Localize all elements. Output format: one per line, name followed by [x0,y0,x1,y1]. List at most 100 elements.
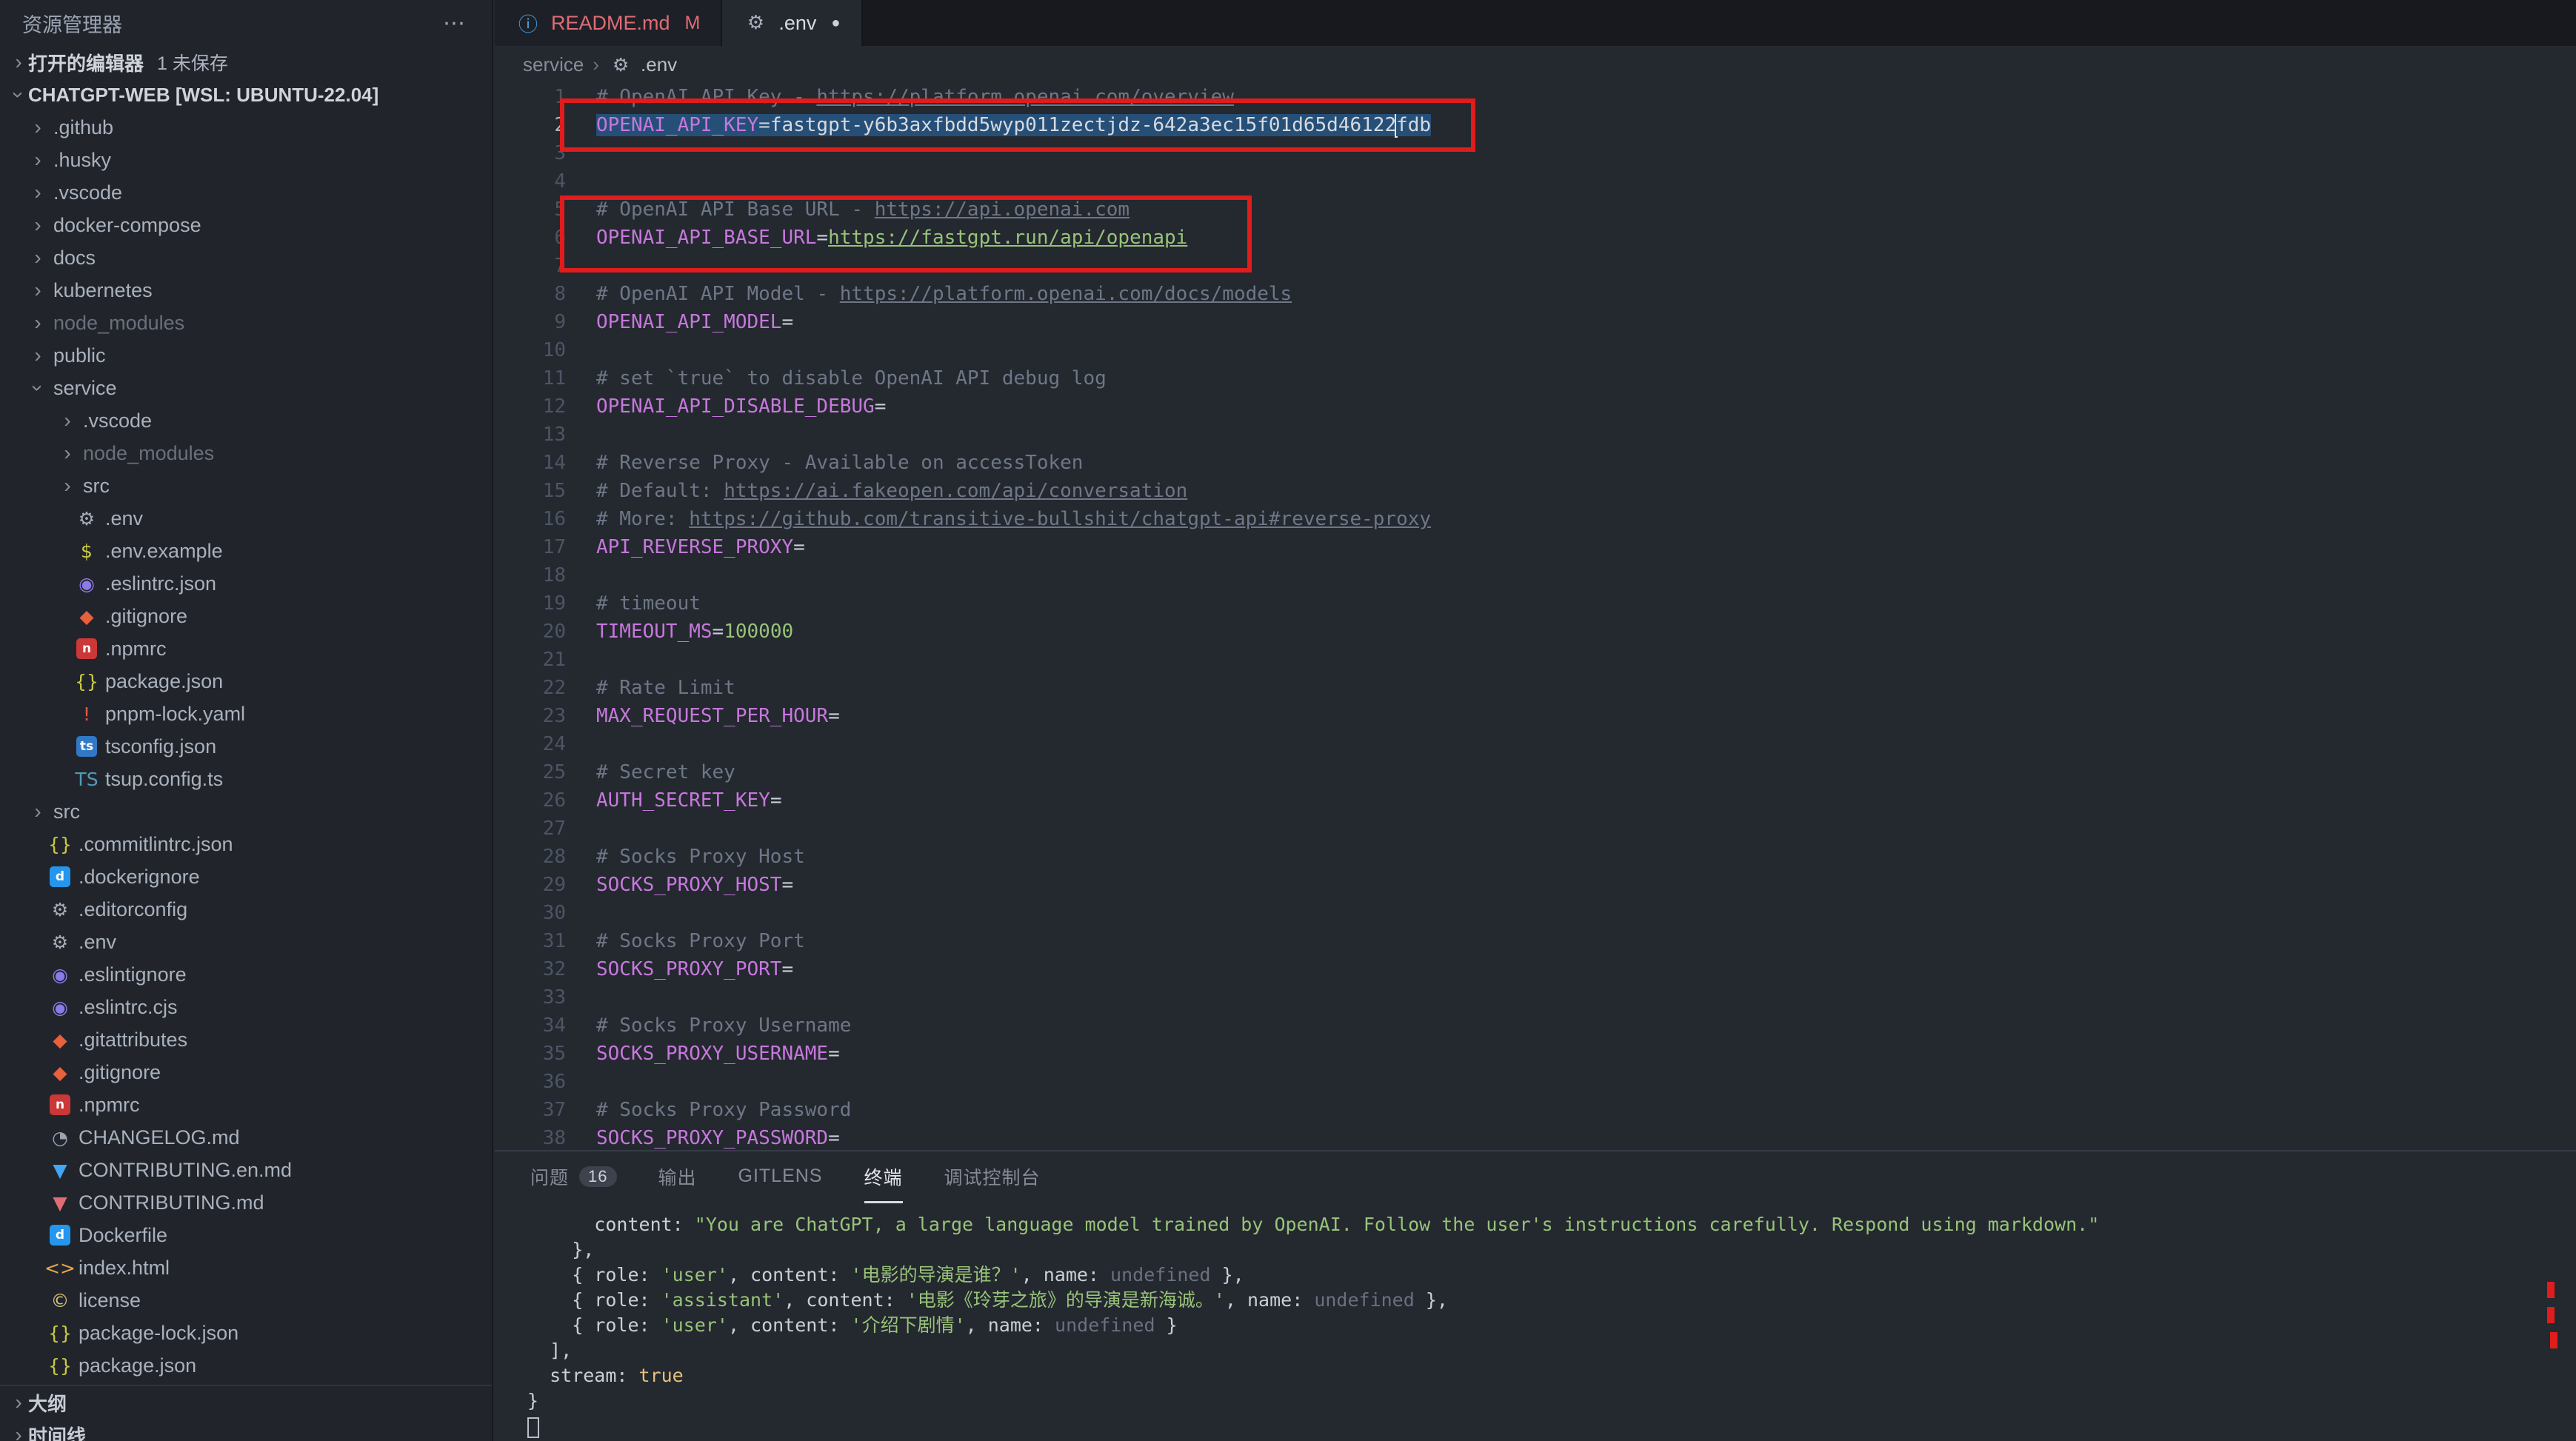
sidebar-item-tsconfig.json[interactable]: tstsconfig.json [0,730,492,763]
sidebar-item-contributing.en.md[interactable]: ▼CONTRIBUTING.en.md [0,1154,492,1186]
code-line-25[interactable]: 25# Secret key [495,758,2576,786]
sidebar-item-src[interactable]: ›src [0,795,492,828]
panel-tab-问题[interactable]: 问题16 [530,1151,617,1203]
breadcrumb-folder[interactable]: service [523,53,584,76]
sidebar-item-node_modules[interactable]: ›node_modules [0,307,492,339]
sidebar-item-docker-compose[interactable]: ›docker-compose [0,209,492,241]
sidebar-item-docs[interactable]: ›docs [0,241,492,274]
panel-tab-输出[interactable]: 输出 [658,1151,697,1203]
code-line-4[interactable]: 4 [495,167,2576,195]
sidebar-item-changelog.md[interactable]: ◔CHANGELOG.md [0,1121,492,1154]
workspace-section[interactable]: › CHATGPT-WEB [WSL: UBUNTU-22.04] [0,78,492,111]
code-line-17[interactable]: 17API_REVERSE_PROXY= [495,533,2576,561]
sidebar-item-.commitlintrc.json[interactable]: {}.commitlintrc.json [0,828,492,860]
code-line-7[interactable]: 7 [495,252,2576,280]
sidebar-item-.editorconfig[interactable]: ⚙.editorconfig [0,893,492,926]
line-content: SOCKS_PROXY_USERNAME= [566,1040,840,1068]
sidebar-item-dockerfile[interactable]: dDockerfile [0,1219,492,1251]
sidebar-item-contributing.md[interactable]: ▼CONTRIBUTING.md [0,1186,492,1219]
code-line-30[interactable]: 30 [495,899,2576,927]
code-line-21[interactable]: 21 [495,646,2576,674]
code-line-34[interactable]: 34# Socks Proxy Username [495,1012,2576,1040]
sidebar-item-pnpm-lock.yaml[interactable]: !pnpm-lock.yaml [0,698,492,730]
sidebar-item-.gitignore[interactable]: ◆.gitignore [0,1056,492,1089]
code-line-24[interactable]: 24 [495,730,2576,758]
terminal-segment: , name: [1021,1264,1110,1285]
terminal[interactable]: content: "You are ChatGPT, a large langu… [495,1203,2576,1439]
sidebar-item-package-lock.json[interactable]: {}package-lock.json [0,1317,492,1349]
panel-tab-label: 终端 [864,1163,903,1190]
code-line-37[interactable]: 37# Socks Proxy Password [495,1096,2576,1124]
tab-readme.md[interactable]: ⓘREADME.mdM [495,0,722,46]
sidebar-item-.husky[interactable]: ›.husky [0,144,492,176]
sidebar-item-node_modules[interactable]: ›node_modules [0,437,492,469]
sidebar-item-.env[interactable]: ⚙.env [0,926,492,958]
code-line-33[interactable]: 33 [495,983,2576,1012]
code-line-14[interactable]: 14# Reverse Proxy - Available on accessT… [495,449,2576,477]
sidebar-item-service[interactable]: ›service [0,372,492,404]
line-number: 25 [495,758,566,786]
code-line-28[interactable]: 28# Socks Proxy Host [495,843,2576,871]
code-line-29[interactable]: 29SOCKS_PROXY_HOST= [495,871,2576,899]
code-line-1[interactable]: 1# OpenAI API Key - https://platform.ope… [495,83,2576,111]
sidebar-item-.vscode[interactable]: ›.vscode [0,176,492,209]
sidebar-item-kubernetes[interactable]: ›kubernetes [0,274,492,307]
sidebar-item-.github[interactable]: ›.github [0,111,492,144]
code-line-8[interactable]: 8# OpenAI API Model - https://platform.o… [495,280,2576,308]
code-line-23[interactable]: 23MAX_REQUEST_PER_HOUR= [495,702,2576,730]
code-line-2[interactable]: 2OPENAI_API_KEY=fastgpt-y6b3axfbdd5wyp01… [495,111,2576,139]
code-line-32[interactable]: 32SOCKS_PROXY_PORT= [495,955,2576,983]
panel-tab-GITLENS[interactable]: GITLENS [738,1151,823,1203]
code-editor[interactable]: 1# OpenAI API Key - https://platform.ope… [495,83,2576,1150]
code-line-27[interactable]: 27 [495,815,2576,843]
panel-tab-终端[interactable]: 终端 [864,1151,903,1203]
sidebar-item-index.html[interactable]: <>index.html [0,1251,492,1284]
sidebar-item-package.json[interactable]: {}package.json [0,1349,492,1382]
timeline-section[interactable]: › 时间线 [0,1419,492,1441]
code-line-13[interactable]: 13 [495,421,2576,449]
sidebar-item-.npmrc[interactable]: n.npmrc [0,1089,492,1121]
sidebar-item-.env.example[interactable]: $.env.example [0,535,492,567]
outline-section[interactable]: › 大纲 [0,1386,492,1419]
sidebar-item-.eslintignore[interactable]: ◉.eslintignore [0,958,492,991]
sidebar-item-.gitignore[interactable]: ◆.gitignore [0,600,492,632]
code-line-12[interactable]: 12OPENAI_API_DISABLE_DEBUG= [495,392,2576,421]
line-content: # Rate Limit [566,674,735,702]
code-line-3[interactable]: 3 [495,139,2576,167]
code-line-18[interactable]: 18 [495,561,2576,589]
code-line-10[interactable]: 10 [495,336,2576,364]
sidebar-item-.dockerignore[interactable]: d.dockerignore [0,860,492,893]
sidebar-item-license[interactable]: ©license [0,1284,492,1317]
code-line-38[interactable]: 38SOCKS_PROXY_PASSWORD= [495,1124,2576,1150]
code-line-19[interactable]: 19# timeout [495,589,2576,618]
breadcrumb-file[interactable]: ⚙.env [608,53,677,76]
code-line-16[interactable]: 16# More: https://github.com/transitive-… [495,505,2576,533]
sidebar-item-.vscode[interactable]: ›.vscode [0,404,492,437]
code-line-11[interactable]: 11# set `true` to disable OpenAI API deb… [495,364,2576,392]
sidebar-item-.npmrc[interactable]: n.npmrc [0,632,492,665]
code-line-36[interactable]: 36 [495,1068,2576,1096]
code-line-15[interactable]: 15# Default: https://ai.fakeopen.com/api… [495,477,2576,505]
code-line-20[interactable]: 20TIMEOUT_MS=100000 [495,618,2576,646]
tab-.env[interactable]: ⚙.env● [722,0,862,46]
code-line-6[interactable]: 6OPENAI_API_BASE_URL=https://fastgpt.run… [495,224,2576,252]
code-line-5[interactable]: 5# OpenAI API Base URL - https://api.ope… [495,195,2576,224]
code-line-22[interactable]: 22# Rate Limit [495,674,2576,702]
open-editors-section[interactable]: › 打开的编辑器 1 未保存 [0,46,492,78]
sidebar-item-public[interactable]: ›public [0,339,492,372]
code-line-9[interactable]: 9OPENAI_API_MODEL= [495,308,2576,336]
sidebar-item-tsup.config.ts[interactable]: TStsup.config.ts [0,763,492,795]
sidebar-item-.eslintrc.cjs[interactable]: ◉.eslintrc.cjs [0,991,492,1023]
code-line-31[interactable]: 31# Socks Proxy Port [495,927,2576,955]
code-line-26[interactable]: 26AUTH_SECRET_KEY= [495,786,2576,815]
sidebar-item-.eslintrc.json[interactable]: ◉.eslintrc.json [0,567,492,600]
panel-tab-调试控制台[interactable]: 调试控制台 [944,1151,1041,1203]
sidebar-item-.gitattributes[interactable]: ◆.gitattributes [0,1023,492,1056]
line-number: 19 [495,589,566,618]
code-line-35[interactable]: 35SOCKS_PROXY_USERNAME= [495,1040,2576,1068]
more-actions-icon[interactable]: ⋯ [443,10,467,36]
sidebar-item-src[interactable]: ›src [0,469,492,502]
sidebar-item-package.json[interactable]: {}package.json [0,665,492,698]
item-label: .env.example [105,540,223,563]
sidebar-item-.env[interactable]: ⚙.env [0,502,492,535]
